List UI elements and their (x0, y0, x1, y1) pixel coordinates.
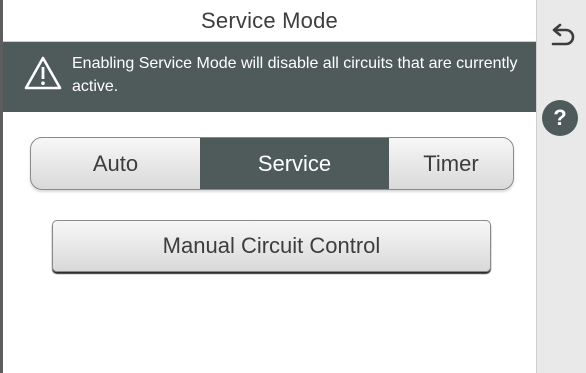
warning-icon (24, 56, 62, 90)
mode-option-timer[interactable]: Timer (389, 138, 513, 189)
warning-banner: Enabling Service Mode will disable all c… (3, 42, 536, 112)
back-button[interactable] (544, 20, 580, 56)
warning-message: Enabling Service Mode will disable all c… (72, 55, 518, 95)
service-mode-screen: Service Mode Enabling Service Mode will … (0, 0, 586, 373)
mode-option-service[interactable]: Service (200, 138, 389, 189)
page-title: Service Mode (201, 7, 338, 33)
title-bar: Service Mode (3, 0, 536, 42)
manual-circuit-control-button[interactable]: Manual Circuit Control (52, 220, 491, 272)
help-icon: ? (553, 105, 567, 130)
back-arrow-icon (551, 23, 575, 46)
mode-selector: Auto Service Timer (30, 137, 514, 190)
help-button[interactable]: ? (542, 100, 578, 136)
mode-option-auto[interactable]: Auto (31, 138, 200, 189)
side-panel: ? (536, 0, 586, 373)
